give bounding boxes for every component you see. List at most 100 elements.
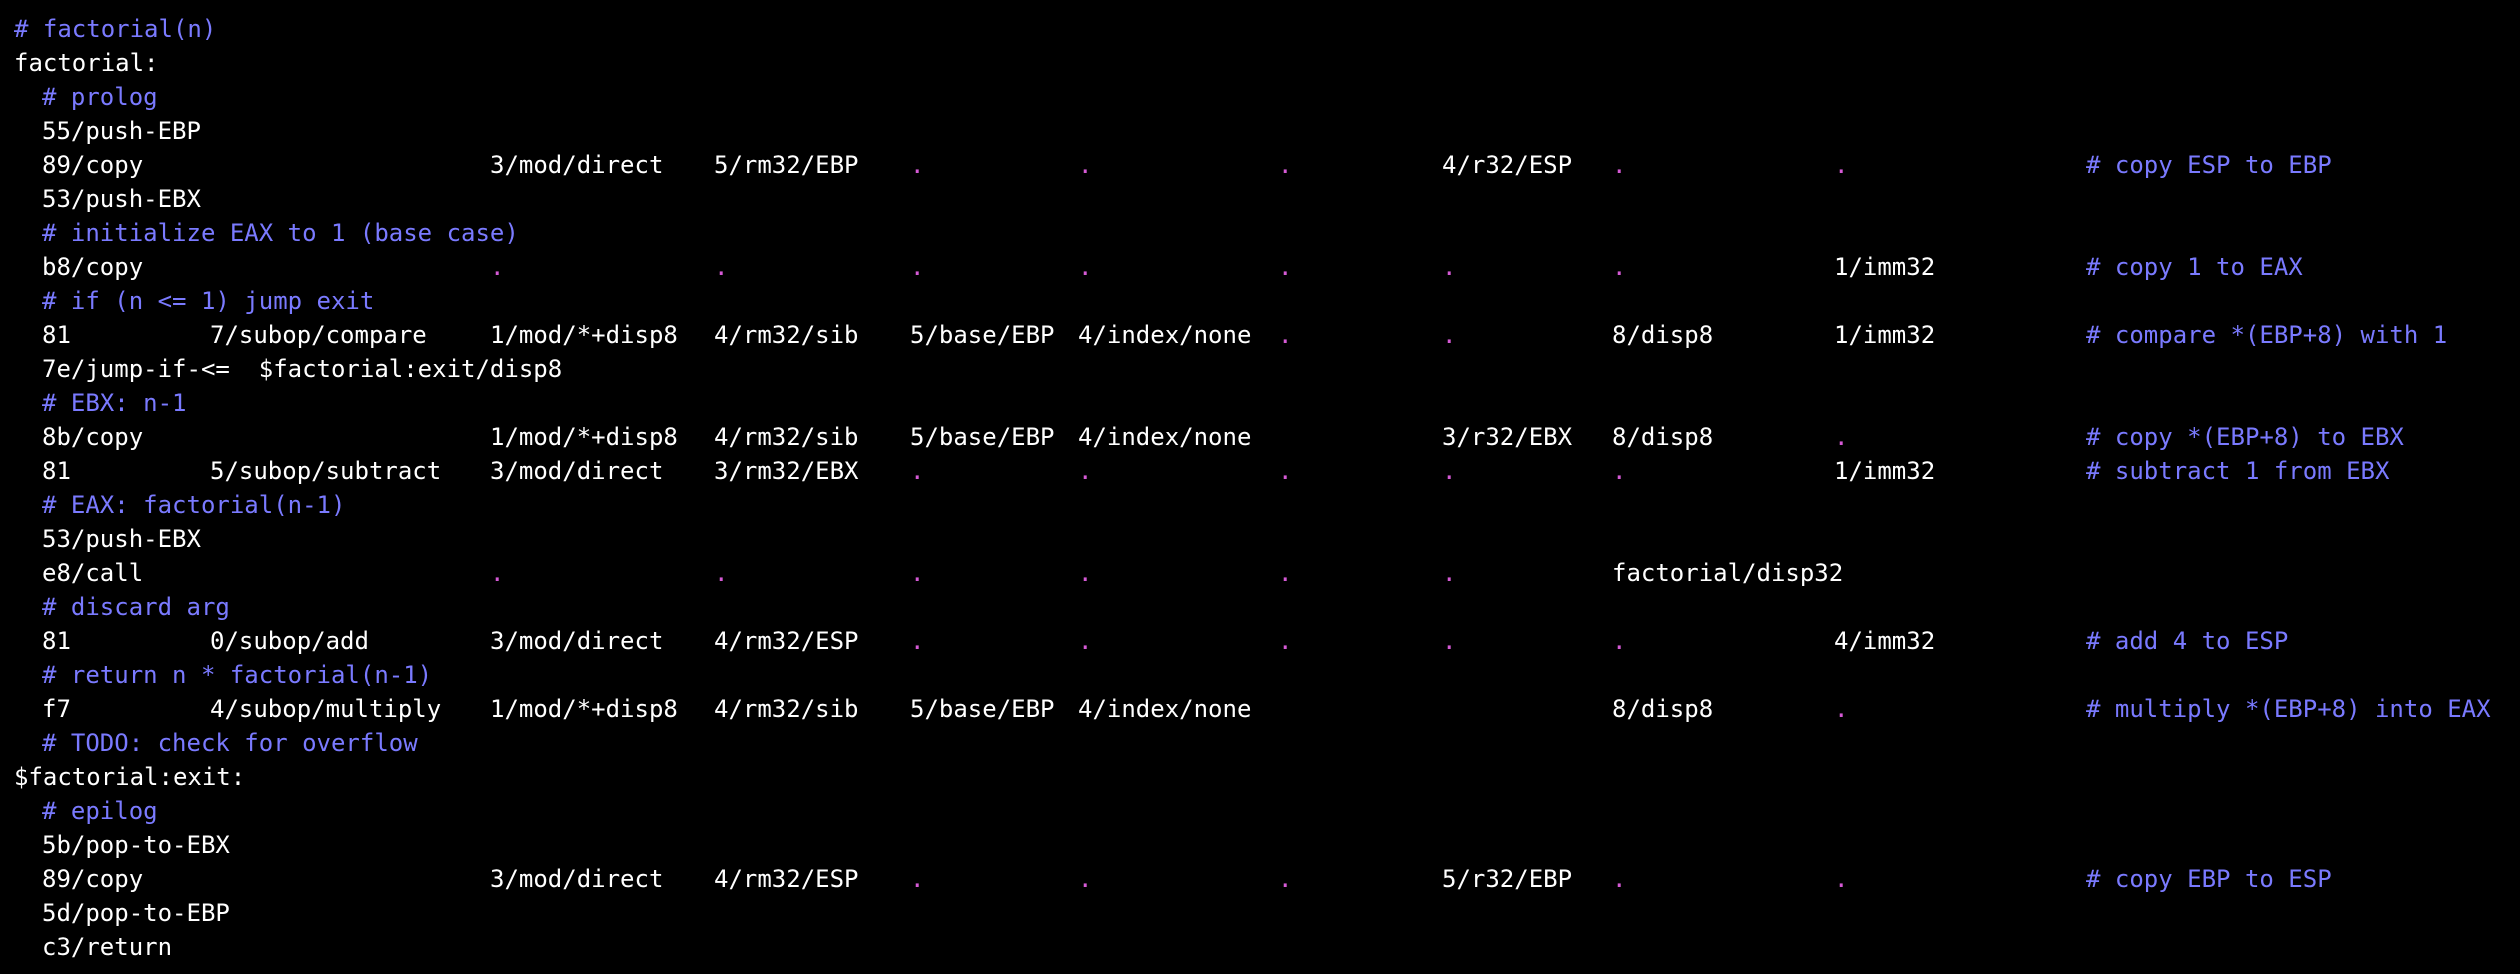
code-comment: # if (n <= 1) jump exit bbox=[42, 287, 375, 315]
placeholder-dot: . bbox=[1442, 253, 1457, 281]
placeholder-dot: . bbox=[1278, 321, 1293, 349]
code-line: # TODO: check for overflow bbox=[0, 726, 2520, 760]
code-line: 53/push-EBX bbox=[0, 182, 2520, 216]
code-comment: # subtract 1 from EBX bbox=[2086, 457, 2390, 485]
code-comment: # EAX: factorial(n-1) bbox=[42, 491, 346, 519]
placeholder-dot: . bbox=[1442, 627, 1457, 655]
placeholder-dot: . bbox=[1278, 865, 1293, 893]
code-token: 3/rm32/EBX bbox=[714, 457, 859, 485]
code-line: # return n * factorial(n-1) bbox=[0, 658, 2520, 692]
code-token: 7/subop/compare bbox=[210, 321, 427, 349]
code-token: 3/mod/direct bbox=[490, 865, 664, 893]
code-token: 81 bbox=[42, 321, 71, 349]
code-token: 1/imm32 bbox=[1834, 321, 1936, 349]
code-line: 81 0/subop/add 3/mod/direct 4/rm32/ESP.....… bbox=[0, 624, 2520, 658]
code-token: 5/subop/subtract bbox=[210, 457, 442, 485]
code-token: 4/rm32/ESP bbox=[714, 865, 859, 893]
placeholder-dot: . bbox=[910, 627, 925, 655]
placeholder-dot: . bbox=[1834, 695, 1849, 723]
code-token: 5/base/EBP bbox=[910, 695, 1055, 723]
code-comment: # compare *(EBP+8) with 1 bbox=[2086, 321, 2448, 349]
code-token: 5b/pop-to-EBX bbox=[42, 831, 230, 859]
code-comment: # copy EBP to ESP bbox=[2086, 865, 2332, 893]
code-line: # EAX: factorial(n-1) bbox=[0, 488, 2520, 522]
code-line: 53/push-EBX bbox=[0, 522, 2520, 556]
code-token: 3/mod/direct bbox=[490, 151, 664, 179]
code-line: 89/copy 3/mod/direct 4/rm32/ESP... 5/r32/EB… bbox=[0, 862, 2520, 896]
code-token: 3/mod/direct bbox=[490, 457, 664, 485]
code-comment: # multiply *(EBP+8) into EAX bbox=[2086, 695, 2491, 723]
code-line: 55/push-EBP bbox=[0, 114, 2520, 148]
code-token: 5/base/EBP bbox=[910, 321, 1055, 349]
code-token: 89/copy bbox=[42, 865, 144, 893]
code-token: c3/return bbox=[42, 933, 173, 961]
code-token: 3/mod/direct bbox=[490, 627, 664, 655]
code-token: 4/rm32/ESP bbox=[714, 627, 859, 655]
code-comment: # TODO: check for overflow bbox=[42, 729, 418, 757]
code-token: 53/push-EBX bbox=[42, 185, 201, 213]
placeholder-dot: . bbox=[910, 253, 925, 281]
placeholder-dot: . bbox=[1442, 559, 1457, 587]
code-comment: # copy ESP to EBP bbox=[2086, 151, 2332, 179]
placeholder-dot: . bbox=[910, 151, 925, 179]
placeholder-dot: . bbox=[1834, 151, 1849, 179]
code-token: 55/push-EBP bbox=[42, 117, 201, 145]
code-comment: # discard arg bbox=[42, 593, 230, 621]
code-comment: # epilog bbox=[42, 797, 158, 825]
placeholder-dot: . bbox=[1278, 559, 1293, 587]
code-token: 1/imm32 bbox=[1834, 457, 1936, 485]
code-token: b8/copy bbox=[42, 253, 144, 281]
placeholder-dot: . bbox=[1612, 151, 1627, 179]
code-line: factorial: bbox=[0, 46, 2520, 80]
code-comment: # initialize EAX to 1 (base case) bbox=[42, 219, 519, 247]
code-token: 81 bbox=[42, 457, 71, 485]
code-token: 8/disp8 bbox=[1612, 321, 1714, 349]
code-line: # factorial(n) bbox=[0, 12, 2520, 46]
code-line: # discard arg bbox=[0, 590, 2520, 624]
placeholder-dot: . bbox=[1612, 457, 1627, 485]
code-line: 89/copy 3/mod/direct 5/rm32/EBP... 4/r32/ES… bbox=[0, 148, 2520, 182]
code-token: 1/mod/*+disp8 bbox=[490, 321, 678, 349]
placeholder-dot: . bbox=[490, 253, 505, 281]
placeholder-dot: . bbox=[1278, 253, 1293, 281]
terminal-window[interactable]: # factorial(n) factorial: # prolog 55/push-… bbox=[0, 0, 2520, 974]
code-token: 8b/copy bbox=[42, 423, 144, 451]
code-token: e8/call bbox=[42, 559, 144, 587]
placeholder-dot: . bbox=[1078, 151, 1093, 179]
placeholder-dot: . bbox=[1078, 559, 1093, 587]
code-token: 7e/jump-if-<= $factorial:exit/disp8 bbox=[42, 355, 563, 383]
code-token: f7 bbox=[42, 695, 71, 723]
code-token: 5/r32/EBP bbox=[1442, 865, 1573, 893]
placeholder-dot: . bbox=[490, 559, 505, 587]
code-line: 81 5/subop/subtract 3/mod/direct 3/rm32/EBX… bbox=[0, 454, 2520, 488]
code-line: b8/copy....... 1/imm32 # copy 1 to EAX bbox=[0, 250, 2520, 284]
code-line: c3/return bbox=[0, 930, 2520, 964]
code-token: 4/r32/ESP bbox=[1442, 151, 1573, 179]
placeholder-dot: . bbox=[714, 559, 729, 587]
placeholder-dot: . bbox=[714, 253, 729, 281]
placeholder-dot: . bbox=[1612, 865, 1627, 893]
code-token: factorial: bbox=[14, 49, 159, 77]
code-comment: # copy *(EBP+8) to EBX bbox=[2086, 423, 2404, 451]
code-comment: # copy 1 to EAX bbox=[2086, 253, 2303, 281]
code-token: 0/subop/add bbox=[210, 627, 369, 655]
code-comment: # return n * factorial(n-1) bbox=[42, 661, 433, 689]
code-line: e8/call...... factorial/disp32 bbox=[0, 556, 2520, 590]
placeholder-dot: . bbox=[1078, 253, 1093, 281]
code-line: # prolog bbox=[0, 80, 2520, 114]
code-comment: # factorial(n) bbox=[14, 15, 217, 43]
code-comment: # prolog bbox=[42, 83, 158, 111]
placeholder-dot: . bbox=[1078, 457, 1093, 485]
code-token: 8/disp8 bbox=[1612, 423, 1714, 451]
placeholder-dot: . bbox=[1078, 865, 1093, 893]
placeholder-dot: . bbox=[910, 457, 925, 485]
placeholder-dot: . bbox=[1278, 627, 1293, 655]
code-line: 81 7/subop/compare 1/mod/*+disp8 4/rm32/sib… bbox=[0, 318, 2520, 352]
code-token: 4/rm32/sib bbox=[714, 321, 859, 349]
code-line: 8b/copy 1/mod/*+disp8 4/rm32/sib 5/base/EBP… bbox=[0, 420, 2520, 454]
placeholder-dot: . bbox=[910, 559, 925, 587]
code-line: # EBX: n-1 bbox=[0, 386, 2520, 420]
code-token: 5/base/EBP bbox=[910, 423, 1055, 451]
code-token: 81 bbox=[42, 627, 71, 655]
code-token: 4/rm32/sib bbox=[714, 695, 859, 723]
